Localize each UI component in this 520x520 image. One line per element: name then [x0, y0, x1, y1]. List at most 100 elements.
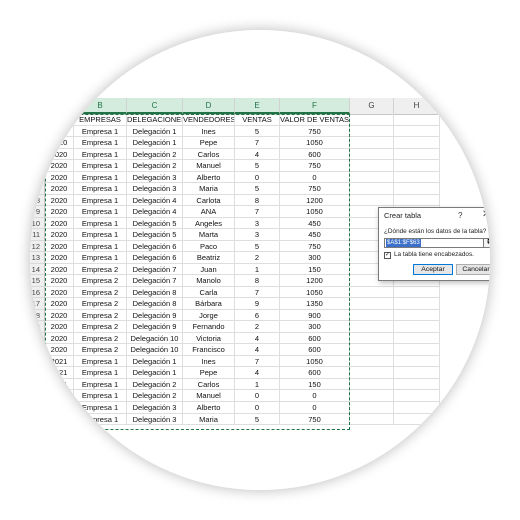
cell[interactable]: 7 — [235, 355, 280, 368]
cell[interactable]: 2020 — [45, 332, 74, 345]
cell[interactable]: Delegación 8 — [127, 298, 183, 310]
cell[interactable] — [394, 137, 440, 149]
cell[interactable]: Empresa 2 — [74, 344, 127, 356]
cell[interactable]: Pepe — [183, 137, 235, 149]
cell[interactable]: 6 — [235, 309, 280, 322]
cell[interactable] — [350, 148, 394, 161]
cell[interactable]: Empresa 1 — [74, 183, 127, 195]
cell[interactable]: Delegación 5 — [127, 229, 183, 241]
cell[interactable] — [350, 321, 394, 333]
cell[interactable]: 5 — [235, 160, 280, 172]
cell[interactable]: Empresa 1 — [74, 206, 127, 218]
cell[interactable] — [350, 137, 394, 149]
cell[interactable]: Delegación 3 — [127, 183, 183, 195]
cell[interactable]: 3 — [235, 229, 280, 241]
cell[interactable]: Delegación 9 — [127, 321, 183, 333]
cell[interactable]: 450 — [280, 217, 350, 230]
cell[interactable]: 8 — [235, 194, 280, 207]
accept-button[interactable]: Aceptar — [413, 264, 453, 275]
cell[interactable]: Empresa 2 — [74, 286, 127, 299]
cell[interactable]: 0 — [235, 402, 280, 414]
cell[interactable] — [394, 148, 440, 161]
cell[interactable]: 300 — [280, 321, 350, 333]
cell[interactable]: 2020 — [45, 148, 74, 161]
cell[interactable] — [394, 183, 440, 195]
cell[interactable] — [394, 367, 440, 379]
cell[interactable]: Jorge — [183, 309, 235, 322]
cell[interactable]: Empresa 2 — [74, 332, 127, 345]
cell[interactable]: Manuel — [183, 160, 235, 172]
cell[interactable]: 9 — [235, 298, 280, 310]
cell[interactable]: Delegación 3 — [127, 413, 183, 426]
cell[interactable]: 5 — [235, 240, 280, 253]
cell[interactable]: Delegación 7 — [127, 275, 183, 287]
header-cell[interactable]: ECHAS — [45, 114, 74, 126]
cell[interactable] — [350, 183, 394, 195]
cell[interactable]: Manuel — [183, 390, 235, 402]
close-icon[interactable]: ✕ — [482, 209, 490, 220]
cell[interactable]: 2 — [235, 252, 280, 264]
cell[interactable]: Empresa 1 — [74, 137, 127, 149]
cell[interactable] — [394, 413, 440, 426]
cell[interactable]: 600 — [280, 367, 350, 379]
cell[interactable] — [394, 286, 440, 299]
cell[interactable] — [394, 171, 440, 184]
header-cell[interactable]: VENTAS — [235, 114, 280, 126]
cell[interactable] — [350, 344, 394, 356]
cell[interactable] — [394, 321, 440, 333]
cell[interactable]: Fernando — [183, 321, 235, 333]
cell[interactable]: Victoria — [183, 332, 235, 345]
cell[interactable]: 750 — [280, 413, 350, 426]
cell[interactable]: Empresa 2 — [74, 298, 127, 310]
cell[interactable]: Delegación 1 — [127, 355, 183, 368]
cell[interactable]: Francisco — [183, 344, 235, 356]
cell[interactable]: Ines — [183, 125, 235, 138]
cell[interactable]: Empresa 1 — [74, 148, 127, 161]
cell[interactable]: Empresa 2 — [74, 321, 127, 333]
cell[interactable]: Delegación 3 — [127, 402, 183, 414]
cell[interactable]: 7 — [235, 137, 280, 149]
column-header-h[interactable]: H — [394, 98, 440, 114]
column-header-a[interactable]: A — [45, 98, 74, 114]
cell[interactable]: Empresa 1 — [74, 402, 127, 414]
cell[interactable]: Beatriz — [183, 252, 235, 264]
cancel-button[interactable]: Cancelar — [456, 264, 490, 275]
cell[interactable]: 4 — [235, 344, 280, 356]
column-header-d[interactable]: D — [183, 98, 235, 114]
cell[interactable]: Carlota — [183, 194, 235, 207]
cell[interactable] — [350, 309, 394, 322]
cell[interactable] — [350, 171, 394, 184]
cell[interactable]: Empresa 1 — [74, 194, 127, 207]
cell[interactable]: 2020 — [45, 344, 74, 356]
cell[interactable]: 750 — [280, 160, 350, 172]
cell[interactable]: 4 — [235, 367, 280, 379]
cell[interactable]: 2021 — [45, 413, 74, 426]
cell[interactable]: 750 — [280, 183, 350, 195]
cell[interactable]: Delegación 5 — [127, 217, 183, 230]
column-header-f[interactable]: F — [280, 98, 350, 114]
cell[interactable]: 1050 — [280, 355, 350, 368]
cell[interactable]: 4 — [235, 148, 280, 161]
cell[interactable]: 900 — [280, 309, 350, 322]
cell[interactable] — [350, 286, 394, 299]
cell[interactable] — [394, 160, 440, 172]
cell[interactable]: 600 — [280, 332, 350, 345]
header-cell[interactable] — [394, 114, 440, 126]
cell[interactable]: Delegación 2 — [127, 148, 183, 161]
headers-checkbox-label[interactable]: La tabla tiene encabezados. — [394, 251, 474, 258]
cell[interactable]: ANA — [183, 206, 235, 218]
cell[interactable]: 2020 — [45, 206, 74, 218]
cell[interactable]: 1050 — [280, 206, 350, 218]
column-header-e[interactable]: E — [235, 98, 280, 114]
cell[interactable]: 2020 — [45, 309, 74, 322]
cell[interactable]: 2020 — [45, 137, 74, 149]
cell[interactable]: Carlos — [183, 148, 235, 161]
cell[interactable]: 2021 — [45, 402, 74, 414]
cell[interactable]: 600 — [280, 148, 350, 161]
cell[interactable]: 2020 — [45, 298, 74, 310]
cell[interactable]: 300 — [280, 252, 350, 264]
cell[interactable]: Empresa 1 — [74, 252, 127, 264]
cell[interactable]: 2020 — [45, 194, 74, 207]
cell[interactable]: 2020 — [45, 217, 74, 230]
cell[interactable]: Delegación 6 — [127, 252, 183, 264]
